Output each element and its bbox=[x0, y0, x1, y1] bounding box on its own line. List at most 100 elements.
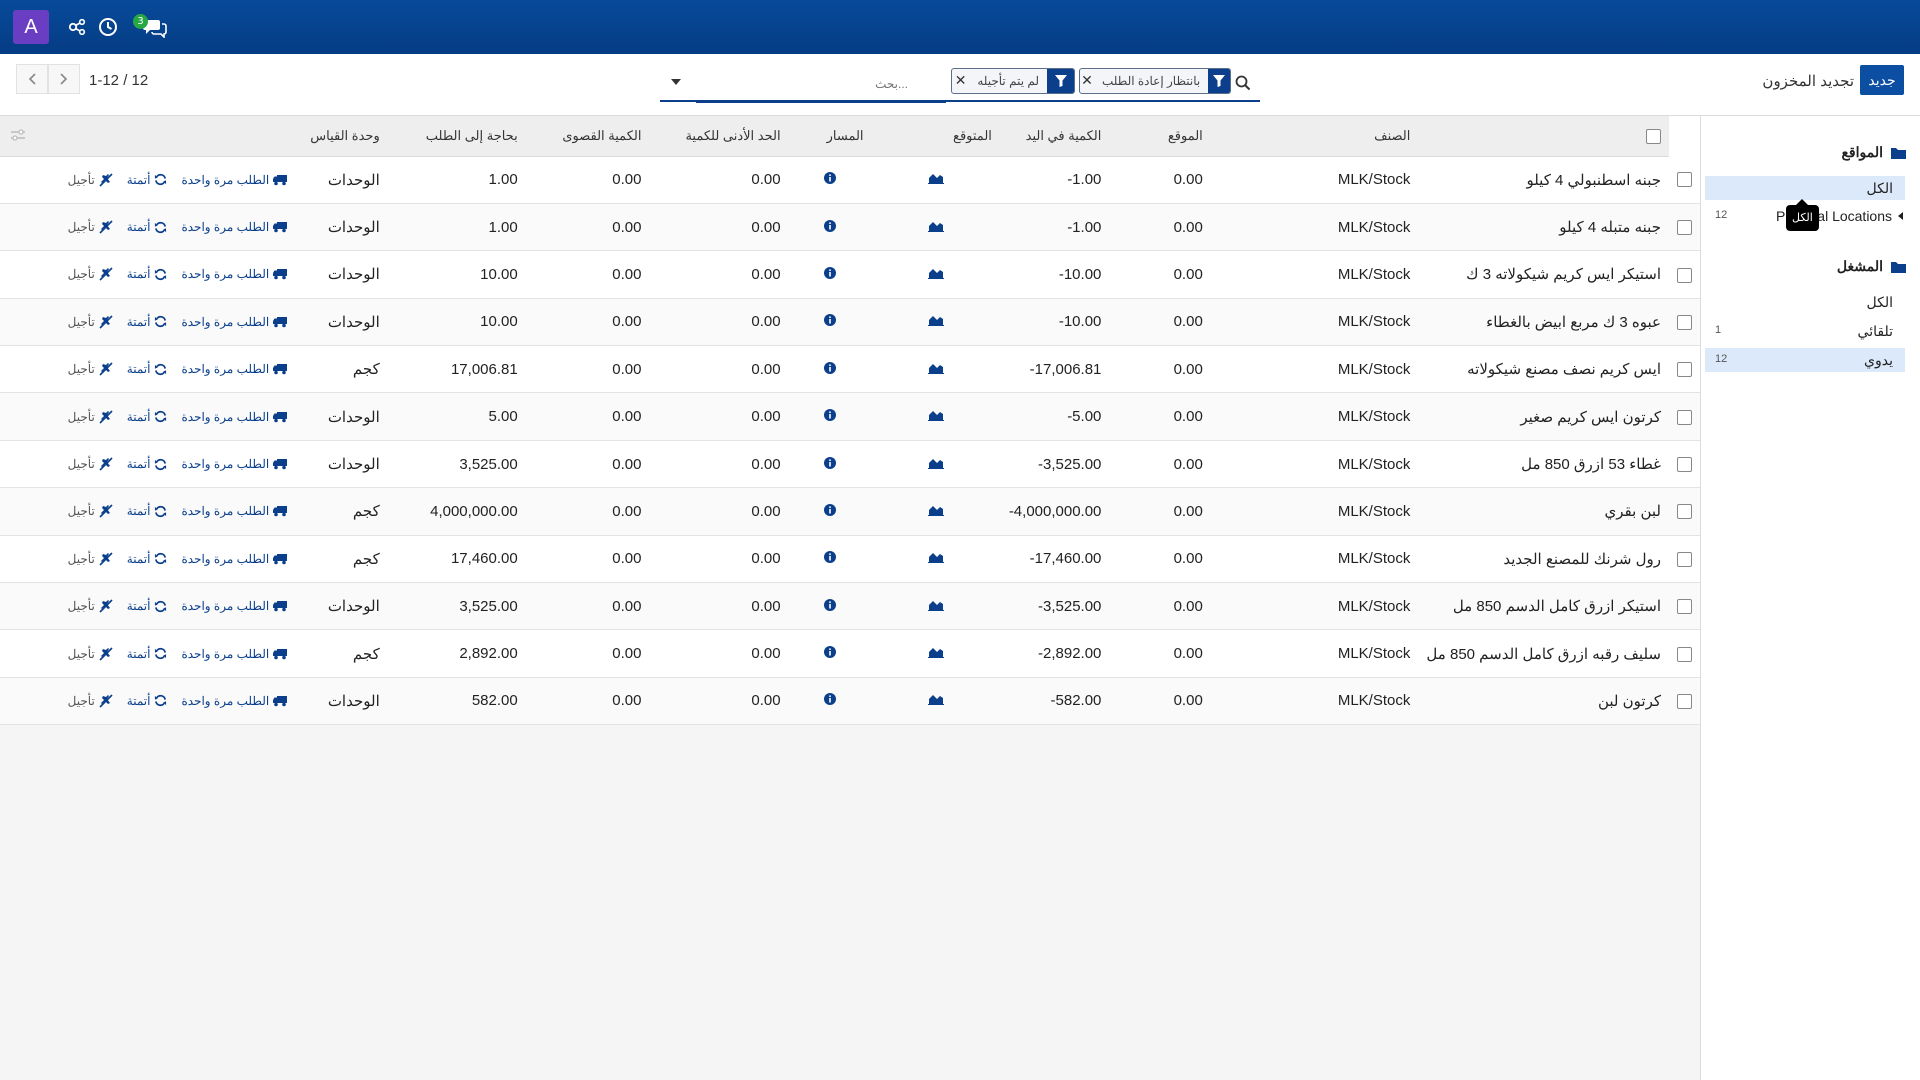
product-cell[interactable]: استيكر ايس كريم شيكولاته 3 ك bbox=[1418, 250, 1669, 299]
table-row[interactable]: تأجيل أتمتة الطلب مرة واحدة bbox=[0, 582, 1700, 631]
order-once-button[interactable]: الطلب مرة واحدة bbox=[181, 315, 288, 329]
product-cell[interactable]: رول شرنك للمصنع الجديد bbox=[1418, 535, 1669, 584]
on-hand-cell[interactable]: 0.00 bbox=[1109, 629, 1211, 678]
max-qty-cell[interactable]: 0.00 bbox=[525, 345, 650, 394]
user-avatar[interactable]: A bbox=[13, 10, 49, 44]
search-icon[interactable] bbox=[1234, 74, 1252, 92]
min-qty-cell[interactable]: 0.00 bbox=[649, 440, 789, 489]
on-hand-cell[interactable]: 0.00 bbox=[1109, 298, 1211, 347]
min-qty-cell[interactable]: 0.00 bbox=[649, 487, 789, 536]
uom-cell[interactable]: كجم bbox=[296, 487, 388, 536]
snooze-button[interactable]: تأجيل bbox=[68, 173, 113, 187]
location-cell[interactable]: MLK/Stock bbox=[1210, 487, 1419, 536]
info-icon[interactable] bbox=[824, 551, 837, 564]
info-icon[interactable] bbox=[824, 409, 837, 422]
min-qty-cell[interactable]: 0.00 bbox=[649, 250, 789, 299]
route-header[interactable]: المسار bbox=[788, 116, 872, 157]
info-icon[interactable] bbox=[824, 598, 837, 611]
automate-button[interactable]: أتمتة bbox=[127, 315, 168, 329]
chart-icon[interactable] bbox=[927, 693, 944, 706]
optional-columns-toggle-icon[interactable] bbox=[10, 128, 26, 142]
on-hand-cell[interactable]: 0.00 bbox=[1109, 392, 1211, 441]
chart-icon[interactable] bbox=[927, 267, 944, 279]
row-checkbox[interactable] bbox=[1677, 694, 1692, 710]
to-order-cell[interactable]: 17,460.00 bbox=[387, 535, 526, 584]
row-checkbox[interactable] bbox=[1677, 220, 1692, 236]
snooze-button[interactable]: تأجيل bbox=[68, 315, 113, 329]
forecast-cell[interactable]: -3,525.00 bbox=[999, 440, 1110, 489]
to-order-cell[interactable]: 3,525.00 bbox=[387, 440, 526, 489]
max-qty-cell[interactable]: 0.00 bbox=[525, 250, 650, 299]
location-cell[interactable]: MLK/Stock bbox=[1210, 440, 1419, 489]
table-row[interactable]: تأجيل أتمتة الطلب مرة واحدة bbox=[0, 677, 1700, 726]
automate-button[interactable]: أتمتة bbox=[127, 647, 168, 661]
info-icon[interactable] bbox=[824, 503, 837, 516]
clock-icon[interactable] bbox=[97, 16, 119, 38]
to-order-cell[interactable]: 10.00 bbox=[387, 298, 526, 347]
to-order-header[interactable]: بحاجة إلى الطلب bbox=[387, 116, 526, 157]
table-row[interactable]: تأجيل أتمتة الطلب مرة واحدة bbox=[0, 392, 1700, 441]
info-icon[interactable] bbox=[824, 693, 837, 706]
to-order-cell[interactable]: 3,525.00 bbox=[387, 582, 526, 631]
trigger-filter-auto[interactable]: تلقائي 1 bbox=[1705, 319, 1905, 343]
chart-icon[interactable] bbox=[927, 314, 944, 327]
order-once-button[interactable]: الطلب مرة واحدة bbox=[181, 362, 288, 376]
row-checkbox[interactable] bbox=[1677, 267, 1692, 283]
table-row[interactable]: تأجيل أتمتة الطلب مرة واحدة bbox=[0, 156, 1700, 204]
settings-share-icon[interactable] bbox=[66, 16, 88, 38]
automate-button[interactable]: أتمتة bbox=[127, 552, 168, 566]
order-once-button[interactable]: الطلب مرة واحدة bbox=[181, 504, 288, 518]
automate-button[interactable]: أتمتة bbox=[127, 173, 168, 187]
product-cell[interactable]: كرتون ايس كريم صغير bbox=[1418, 392, 1669, 441]
product-header[interactable]: الصنف bbox=[1210, 116, 1419, 157]
location-cell[interactable]: MLK/Stock bbox=[1210, 535, 1419, 584]
uom-cell[interactable]: كجم bbox=[296, 345, 388, 394]
forecast-cell[interactable]: -1.00 bbox=[999, 203, 1110, 252]
on-hand-cell[interactable]: 0.00 bbox=[1109, 535, 1211, 584]
to-order-cell[interactable]: 4,000,000.00 bbox=[387, 487, 526, 536]
row-checkbox[interactable] bbox=[1677, 409, 1692, 425]
chart-icon[interactable] bbox=[927, 220, 944, 232]
row-checkbox[interactable] bbox=[1677, 504, 1692, 520]
max-qty-cell[interactable]: 0.00 bbox=[525, 629, 650, 678]
uom-header[interactable]: وحدة القياس bbox=[296, 116, 388, 157]
order-once-button[interactable]: الطلب مرة واحدة bbox=[181, 267, 288, 281]
automate-button[interactable]: أتمتة bbox=[127, 220, 168, 234]
caret-left-icon[interactable] bbox=[1898, 212, 1903, 220]
on-hand-cell[interactable]: 0.00 bbox=[1109, 677, 1211, 726]
forecast-cell[interactable]: -10.00 bbox=[999, 250, 1110, 299]
product-cell[interactable]: كرتون لبن bbox=[1418, 677, 1669, 726]
location-cell[interactable]: MLK/Stock bbox=[1210, 156, 1419, 204]
table-row[interactable]: تأجيل أتمتة الطلب مرة واحدة bbox=[0, 629, 1700, 678]
info-icon[interactable] bbox=[824, 266, 837, 279]
on-hand-header[interactable]: الكمية في اليد bbox=[999, 116, 1110, 157]
location-cell[interactable]: MLK/Stock bbox=[1210, 629, 1419, 678]
chart-icon[interactable] bbox=[927, 551, 944, 564]
search-input[interactable] bbox=[698, 73, 908, 95]
uom-cell[interactable]: الوحدات bbox=[296, 298, 388, 347]
locations-filter-all[interactable]: الكل bbox=[1705, 176, 1905, 200]
forecast-cell[interactable]: -17,006.81 bbox=[999, 345, 1110, 394]
max-qty-cell[interactable]: 0.00 bbox=[525, 677, 650, 726]
location-cell[interactable]: MLK/Stock bbox=[1210, 345, 1419, 394]
uom-cell[interactable]: الوحدات bbox=[296, 582, 388, 631]
forecast-cell[interactable]: -4,000,000.00 bbox=[999, 487, 1110, 536]
chart-icon[interactable] bbox=[927, 504, 944, 516]
table-row[interactable]: تأجيل أتمتة الطلب مرة واحدة bbox=[0, 440, 1700, 489]
facet-remove-button[interactable]: ✕ bbox=[952, 73, 969, 89]
row-checkbox[interactable] bbox=[1677, 314, 1692, 330]
pager-value[interactable]: 1-12 / 12 bbox=[89, 72, 148, 89]
forecast-cell[interactable]: -5.00 bbox=[999, 392, 1110, 441]
on-hand-cell[interactable]: 0.00 bbox=[1109, 440, 1211, 489]
on-hand-cell[interactable]: 0.00 bbox=[1109, 203, 1211, 252]
product-cell[interactable]: سليف رقبه ازرق كامل الدسم 850 مل bbox=[1418, 629, 1669, 678]
forecast-cell[interactable]: -582.00 bbox=[999, 677, 1110, 726]
min-qty-cell[interactable]: 0.00 bbox=[649, 535, 789, 584]
location-cell[interactable]: MLK/Stock bbox=[1210, 250, 1419, 299]
order-once-button[interactable]: الطلب مرة واحدة bbox=[181, 410, 288, 424]
min-qty-cell[interactable]: 0.00 bbox=[649, 203, 789, 252]
location-cell[interactable]: MLK/Stock bbox=[1210, 392, 1419, 441]
order-once-button[interactable]: الطلب مرة واحدة bbox=[181, 173, 288, 187]
on-hand-cell[interactable]: 0.00 bbox=[1109, 250, 1211, 299]
automate-button[interactable]: أتمتة bbox=[127, 457, 168, 471]
